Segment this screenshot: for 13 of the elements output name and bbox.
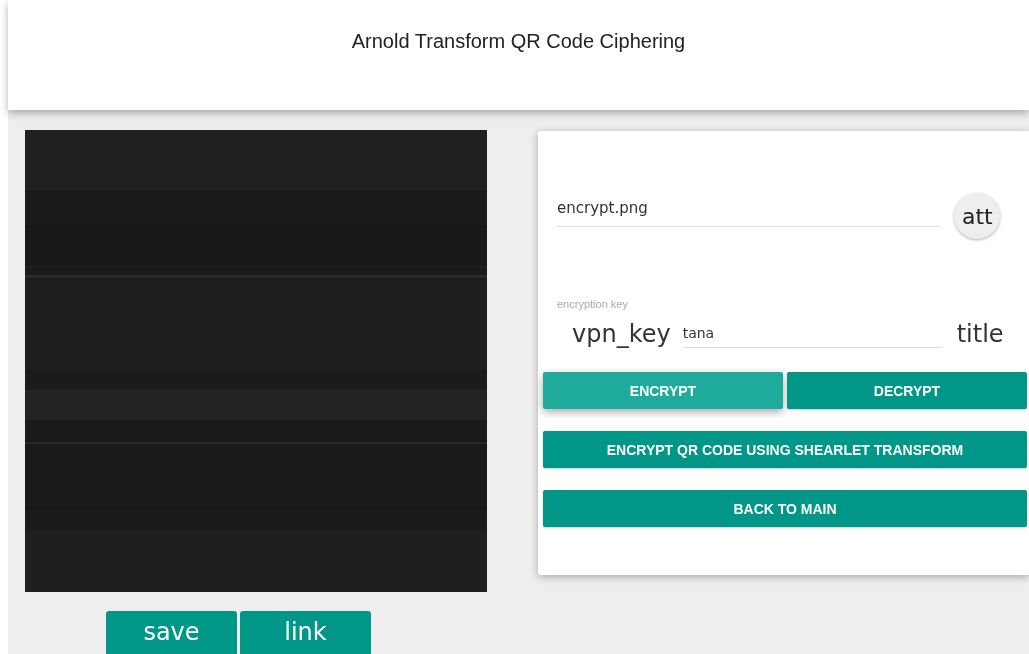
page-title: Arnold Transform QR Code Ciphering bbox=[350, 29, 687, 53]
field-label: encryption key bbox=[557, 298, 628, 310]
shearlet-encrypt-button[interactable]: ENCRYPT QR CODE USING SHEARLET TRANSFORM bbox=[543, 431, 1027, 468]
decrypt-button[interactable]: DECRYPT bbox=[787, 372, 1027, 409]
encryption-key-field[interactable]: tana bbox=[682, 325, 943, 348]
save-button[interactable]: save bbox=[106, 611, 237, 654]
key-icon-text: vpn_key bbox=[572, 320, 671, 348]
attach-button[interactable]: att bbox=[954, 193, 1000, 239]
link-button[interactable]: link bbox=[240, 611, 371, 654]
back-button[interactable]: BACK TO MAIN bbox=[543, 490, 1027, 527]
file-name-field[interactable]: encrypt.png bbox=[557, 195, 940, 227]
encrypt-button[interactable]: ENCRYPT bbox=[543, 372, 783, 409]
title-icon-text: title bbox=[956, 320, 1004, 348]
